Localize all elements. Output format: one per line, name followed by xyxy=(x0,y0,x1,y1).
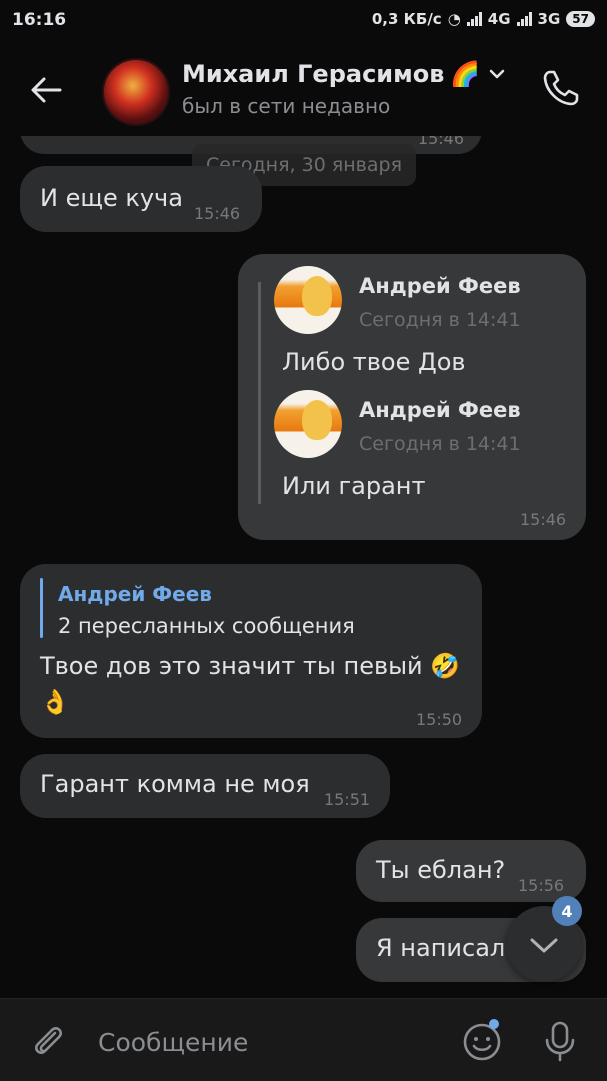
voice-record-button[interactable] xyxy=(540,1019,580,1063)
status-indicators: 0,3 КБ/с ◔ 4G 3G 57 xyxy=(372,10,595,28)
message-text: И еще куча xyxy=(40,184,183,212)
signal-icon xyxy=(466,12,482,26)
message-time: 15:50 xyxy=(416,710,463,729)
new-stickers-dot xyxy=(489,1019,499,1029)
reply-author[interactable]: Андрей Феев xyxy=(58,582,212,606)
contact-name[interactable]: Михаил Герасимов 🌈 xyxy=(182,60,508,88)
message-text: Я написал xyxy=(376,934,506,962)
status-bar: 16:16 0,3 КБ/с ◔ 4G 3G 57 xyxy=(0,0,607,40)
network-type-4g: 4G xyxy=(487,10,511,28)
message-bubble-incoming[interactable]: И еще куча 15:46 xyxy=(20,166,262,232)
message-time: 15:56 xyxy=(518,876,565,895)
back-button[interactable] xyxy=(26,70,66,110)
reply-indicator xyxy=(40,578,43,638)
alarm-icon: ◔ xyxy=(447,10,461,28)
message-text: Ты еблан? xyxy=(376,856,506,884)
message-time: 15:46 xyxy=(520,510,567,529)
forwarded-author-avatar[interactable] xyxy=(274,266,342,334)
rainbow-emoji: 🌈 xyxy=(450,60,481,88)
message-time: 15:51 xyxy=(324,790,371,809)
message-list[interactable]: 15:46 Сегодня, 30 января И еще куча 15:4… xyxy=(0,136,607,998)
forwarded-author-name[interactable]: Андрей Феев xyxy=(359,398,521,422)
ok-hand-emoji: 👌 xyxy=(40,688,70,716)
chat-header: Михаил Герасимов 🌈 был в сети недавно xyxy=(0,40,607,136)
contact-last-seen: был в сети недавно xyxy=(182,94,391,118)
paperclip-icon xyxy=(35,1027,62,1054)
contact-avatar[interactable] xyxy=(102,58,170,126)
reply-preview[interactable]: 2 пересланных сообщения xyxy=(58,614,355,638)
forwarded-text: Или гарант xyxy=(282,472,426,500)
forwarded-date: Сегодня в 14:41 xyxy=(359,309,521,331)
message-bubble-incoming-reply[interactable]: Андрей Феев 2 пересланных сообщения Твое… xyxy=(20,564,482,738)
call-button[interactable] xyxy=(539,66,583,110)
message-text: Твое дов это значит ты певый 🤣 xyxy=(40,652,460,680)
message-text: Гарант комма не моя xyxy=(40,770,310,798)
message-bubble-outgoing[interactable]: Ты еблан? 15:56 xyxy=(356,840,586,902)
contact-name-text: Михаил Герасимов xyxy=(182,60,445,88)
phone-icon xyxy=(543,70,579,106)
battery-indicator: 57 xyxy=(566,11,595,27)
message-text-line: Твое дов это значит ты певый xyxy=(40,652,423,680)
status-time: 16:16 xyxy=(12,10,67,30)
microphone-icon xyxy=(545,1021,575,1062)
back-arrow-icon xyxy=(31,77,62,103)
signal-icon-2 xyxy=(516,12,532,26)
message-bubble-outgoing-forwarded[interactable]: Андрей Феев Сегодня в 14:41 Либо твое До… xyxy=(238,254,586,540)
message-composer xyxy=(0,998,607,1081)
forwarded-author-name[interactable]: Андрей Феев xyxy=(359,274,521,298)
rofl-emoji: 🤣 xyxy=(430,652,461,680)
network-speed: 0,3 КБ/с xyxy=(371,10,442,28)
message-bubble-incoming[interactable]: Гарант комма не моя 15:51 xyxy=(20,754,390,818)
forwarded-date: Сегодня в 14:41 xyxy=(359,433,521,455)
chevron-down-icon xyxy=(490,69,505,79)
network-type-3g: 3G xyxy=(537,10,561,28)
forwarded-author-avatar[interactable] xyxy=(274,390,342,458)
attach-button[interactable] xyxy=(28,1021,68,1061)
message-input[interactable] xyxy=(96,1019,430,1065)
message-time: 15:46 xyxy=(194,204,241,223)
unread-count-badge: 4 xyxy=(552,896,582,926)
forwarded-text: Либо твое Дов xyxy=(282,348,466,376)
message-time: 15:46 xyxy=(417,136,464,148)
